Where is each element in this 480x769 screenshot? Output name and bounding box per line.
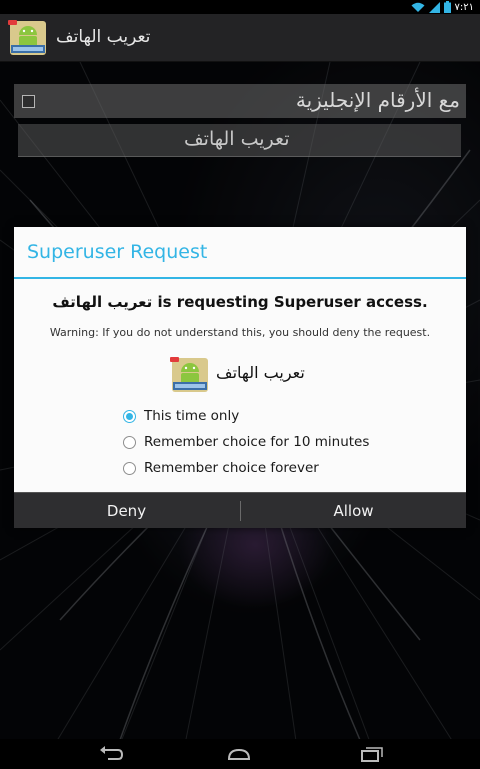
- remember-choice-group: This time only Remember choice for 10 mi…: [123, 403, 423, 481]
- status-icons: ٧:٢١: [411, 0, 474, 13]
- arabize-phone-button-label: تعريب الهاتف: [184, 128, 290, 150]
- radio-option-10-minutes[interactable]: Remember choice for 10 minutes: [123, 429, 423, 455]
- english-numerals-checkbox[interactable]: [22, 95, 35, 108]
- deny-button[interactable]: Deny: [14, 493, 239, 529]
- superuser-request-dialog: Superuser Request تعريب الهاتف is reques…: [14, 227, 466, 528]
- radio-option-this-time[interactable]: This time only: [123, 403, 423, 429]
- english-numerals-option[interactable]: مع الأرقام الإنجليزية: [14, 84, 466, 118]
- allow-button[interactable]: Allow: [241, 493, 466, 529]
- requesting-app: تعريب الهاتف: [170, 355, 370, 395]
- app-icon[interactable]: [8, 18, 48, 58]
- status-bar: ٧:٢١: [0, 0, 480, 14]
- dialog-title: Superuser Request: [27, 241, 208, 263]
- radio-label: Remember choice forever: [144, 460, 319, 476]
- radio-button[interactable]: [123, 409, 136, 423]
- app-name: تعريب الهاتف: [216, 363, 305, 382]
- warning-message: Warning: If you do not understand this, …: [49, 326, 431, 339]
- dialog-button-bar: Deny Allow: [14, 492, 466, 528]
- radio-button[interactable]: [123, 461, 136, 475]
- app-icon: [170, 355, 210, 395]
- radio-label: Remember choice for 10 minutes: [144, 434, 370, 450]
- radio-label: This time only: [144, 408, 240, 424]
- arabize-phone-button[interactable]: تعريب الهاتف: [18, 124, 461, 157]
- action-bar: تعريب الهاتف: [0, 14, 480, 62]
- back-icon[interactable]: [98, 744, 124, 764]
- title-divider: [14, 277, 466, 279]
- english-numerals-label: مع الأرقام الإنجليزية: [295, 88, 460, 112]
- home-icon[interactable]: [226, 744, 252, 764]
- action-bar-title: تعريب الهاتف: [56, 27, 151, 47]
- request-message: تعريب الهاتف is requesting Superuser acc…: [52, 293, 428, 311]
- recents-icon[interactable]: [358, 744, 384, 764]
- radio-option-forever[interactable]: Remember choice forever: [123, 455, 423, 481]
- wifi-icon: [411, 0, 425, 17]
- battery-icon: [443, 0, 451, 17]
- status-time: ٧:٢١: [454, 1, 474, 13]
- navigation-bar: [0, 739, 480, 769]
- signal-icon: [428, 0, 440, 17]
- radio-button[interactable]: [123, 435, 136, 449]
